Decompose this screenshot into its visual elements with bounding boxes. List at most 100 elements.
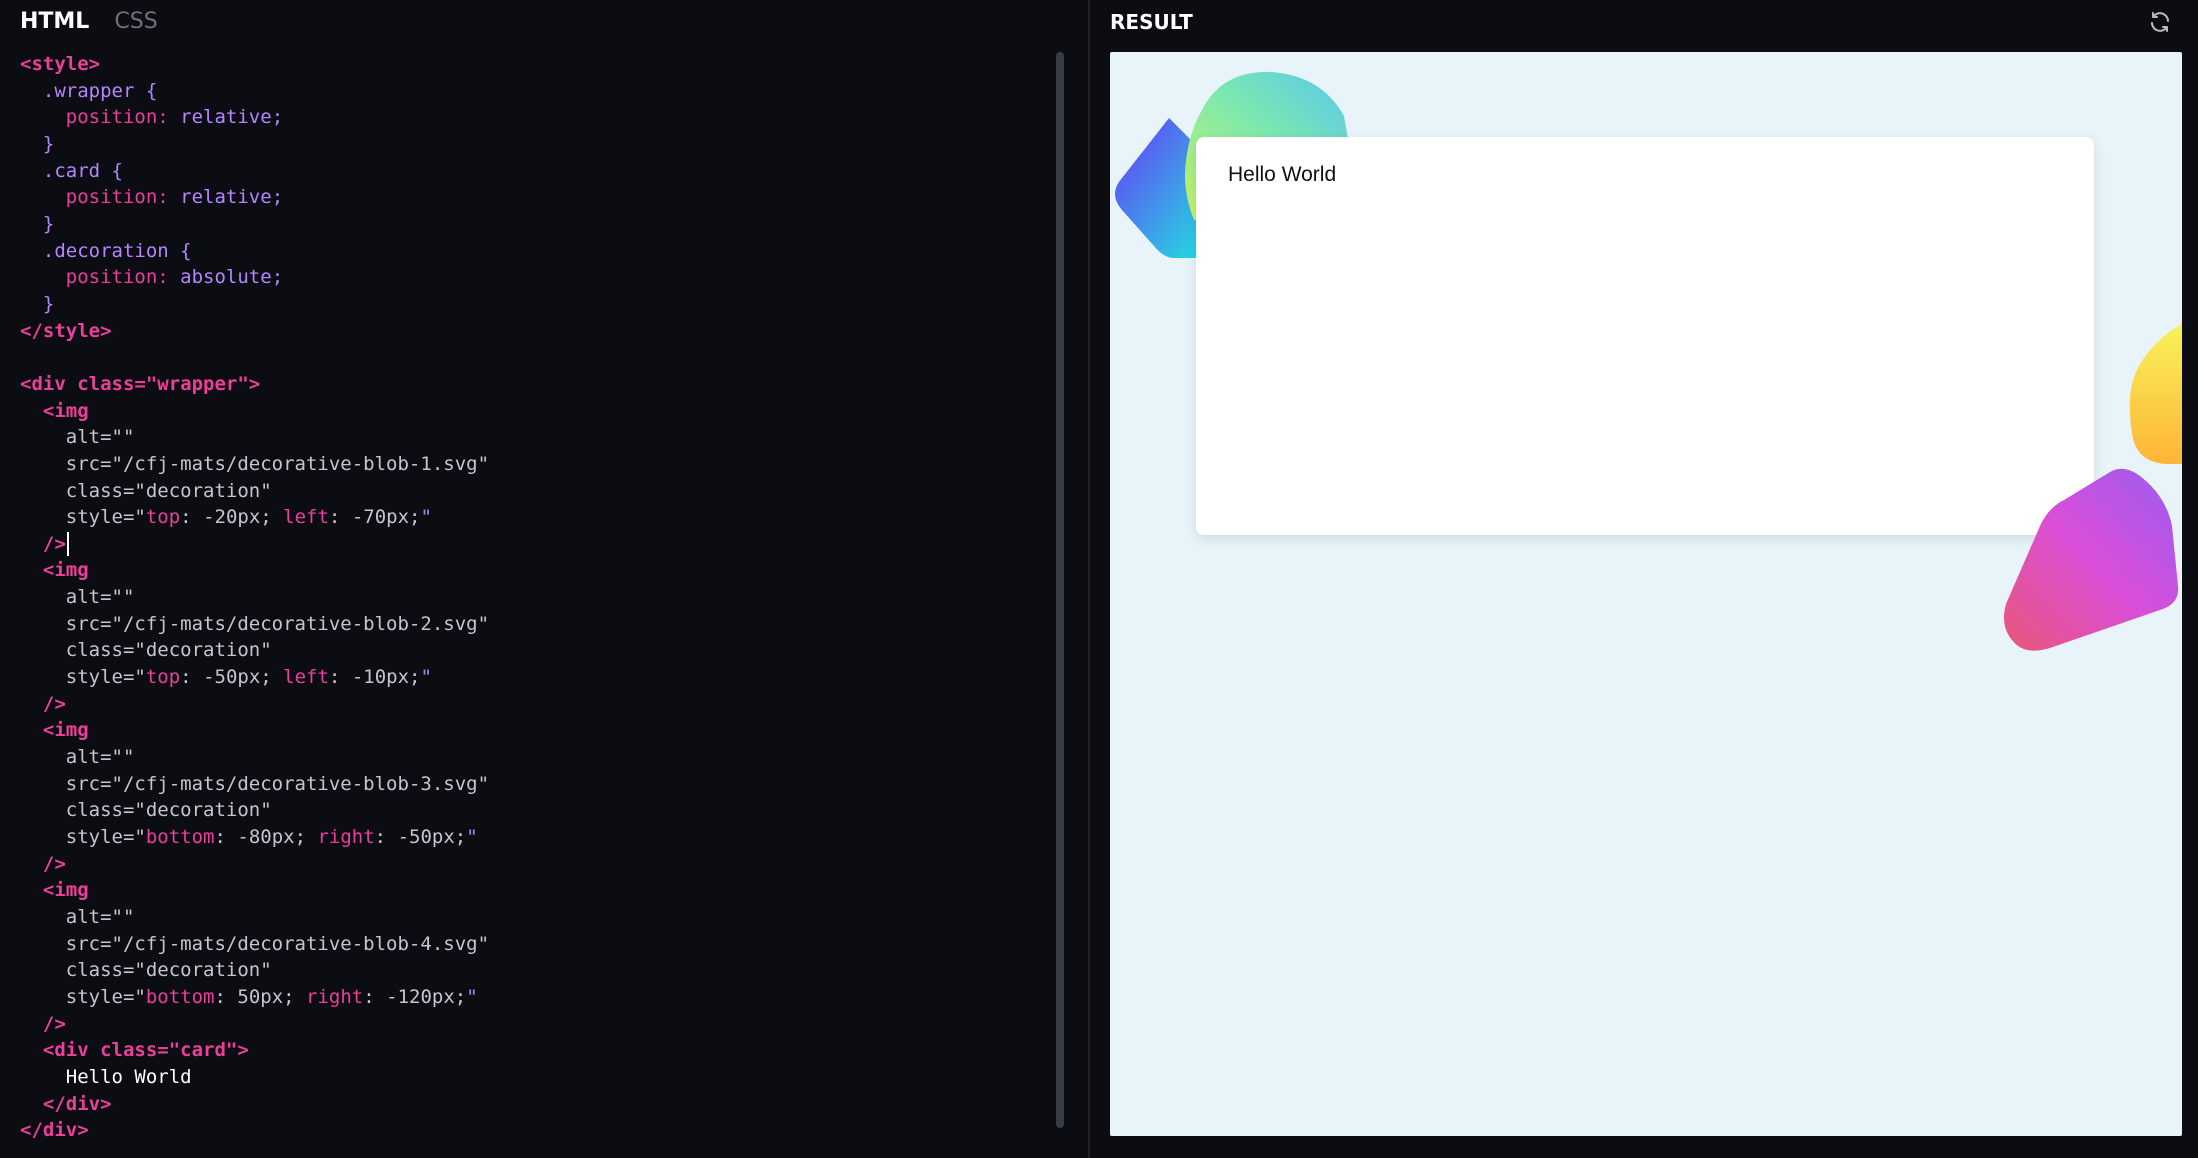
decorative-blob-4 xyxy=(2129,324,2182,464)
code-line[interactable]: alt="" xyxy=(20,744,1050,771)
code-line[interactable]: class="decoration" xyxy=(20,478,1050,505)
code-token: src="/cfj-mats/decorative-blob-2.svg" xyxy=(65,612,490,635)
code-line[interactable]: alt="" xyxy=(20,584,1050,611)
code-token: /> xyxy=(42,692,66,715)
code-line[interactable]: <img xyxy=(20,557,1050,584)
code-token: style=" xyxy=(65,826,146,849)
code-line[interactable]: } xyxy=(20,131,1050,158)
code-token: top xyxy=(145,506,181,529)
code-token: </div> xyxy=(42,1092,112,1115)
code-token: ; xyxy=(294,826,318,849)
code-line[interactable]: /> xyxy=(20,851,1050,878)
code-line[interactable]: } xyxy=(20,291,1050,318)
code-line[interactable]: <div class="card"> xyxy=(20,1037,1050,1064)
code-line[interactable]: class="decoration" xyxy=(20,957,1050,984)
code-token: " xyxy=(466,826,478,849)
code-token: " xyxy=(420,666,432,689)
code-editor[interactable]: <style> .wrapper { position: relative; }… xyxy=(20,51,1050,1144)
code-token: src="/cfj-mats/decorative-blob-3.svg" xyxy=(65,772,490,795)
code-line[interactable]: class="decoration" xyxy=(20,637,1050,664)
code-line[interactable]: src="/cfj-mats/decorative-blob-2.svg" xyxy=(20,611,1050,638)
code-line[interactable]: /> xyxy=(20,531,1050,558)
code-line[interactable]: position: relative; xyxy=(20,104,1050,131)
code-line[interactable]: <img xyxy=(20,717,1050,744)
code-token: <img xyxy=(42,879,89,902)
code-token: class="decoration" xyxy=(65,639,272,662)
code-line[interactable]: alt="" xyxy=(20,904,1050,931)
code-line[interactable]: src="/cfj-mats/decorative-blob-1.svg" xyxy=(20,451,1050,478)
code-line[interactable]: style="bottom: 50px; right: -120px;" xyxy=(20,984,1050,1011)
code-line[interactable]: <img xyxy=(20,877,1050,904)
code-token: : xyxy=(157,186,181,209)
code-token: { xyxy=(168,239,192,262)
code-token: ; xyxy=(409,666,421,689)
code-line[interactable]: </style> xyxy=(20,318,1050,345)
card-text: Hello World xyxy=(1228,163,1337,186)
code-token: : xyxy=(363,985,387,1008)
code-line[interactable]: </div> xyxy=(20,1117,1050,1144)
code-token: alt="" xyxy=(65,586,135,609)
code-line[interactable]: .wrapper { xyxy=(20,78,1050,105)
code-line[interactable]: style="top: -50px; left: -10px;" xyxy=(20,664,1050,691)
code-token: right xyxy=(306,985,364,1008)
tab-css[interactable]: CSS xyxy=(114,8,157,36)
code-line[interactable]: class="decoration" xyxy=(20,797,1050,824)
editor-scrollbar[interactable] xyxy=(1056,52,1064,1128)
result-preview: Hello World xyxy=(1110,52,2182,1136)
code-token: : xyxy=(374,826,398,849)
code-line[interactable]: <div class="wrapper"> xyxy=(20,371,1050,398)
code-token: " xyxy=(466,985,478,1008)
code-token: bottom xyxy=(145,985,215,1008)
code-line[interactable]: style="top: -20px; left: -70px;" xyxy=(20,504,1050,531)
tab-html[interactable]: HTML xyxy=(20,8,89,36)
code-token: left xyxy=(283,666,329,689)
code-token: : xyxy=(214,826,238,849)
code-line[interactable]: </div> xyxy=(20,1091,1050,1118)
refresh-button[interactable] xyxy=(2146,8,2174,36)
code-line[interactable]: src="/cfj-mats/decorative-blob-3.svg" xyxy=(20,771,1050,798)
code-token: : xyxy=(157,266,181,289)
result-header: RESULT xyxy=(1110,10,1193,34)
code-line[interactable]: .card { xyxy=(20,158,1050,185)
code-token: position xyxy=(65,266,158,289)
code-line[interactable]: src="/cfj-mats/decorative-blob-4.svg" xyxy=(20,931,1050,958)
decorative-blob-3 xyxy=(2004,468,2179,651)
code-token: alt="" xyxy=(65,426,135,449)
code-line[interactable]: /> xyxy=(20,1011,1050,1038)
code-line[interactable]: Hello World xyxy=(20,1064,1050,1091)
code-line[interactable]: } xyxy=(20,211,1050,238)
code-token: </div> xyxy=(20,1119,89,1142)
code-line[interactable]: position: relative; xyxy=(20,184,1050,211)
code-line[interactable]: <img xyxy=(20,398,1050,425)
code-line[interactable]: style="bottom: -80px; right: -50px;" xyxy=(20,824,1050,851)
code-line[interactable]: position: absolute; xyxy=(20,264,1050,291)
code-token: ; xyxy=(260,506,284,529)
code-token: <style> xyxy=(20,53,101,75)
code-line[interactable]: /> xyxy=(20,691,1050,718)
code-line[interactable]: <style> xyxy=(20,51,1050,78)
code-token: ; xyxy=(409,506,421,529)
code-line[interactable] xyxy=(20,344,1050,371)
code-token: Hello World xyxy=(65,1065,192,1088)
code-token: : xyxy=(180,666,204,689)
editor-scrollbar-thumb[interactable] xyxy=(1056,52,1064,1128)
pane-divider[interactable] xyxy=(1088,0,1090,1158)
code-line[interactable]: .decoration { xyxy=(20,238,1050,265)
code-line[interactable]: alt="" xyxy=(20,424,1050,451)
